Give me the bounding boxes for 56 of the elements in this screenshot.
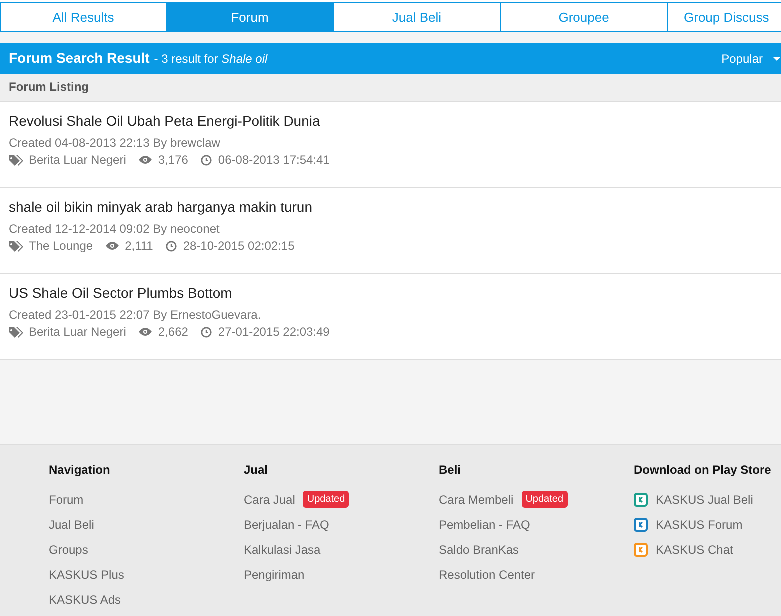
view-count: 2,111 [125, 239, 154, 253]
footer-link[interactable]: Kalkulasi Jasa [244, 542, 321, 556]
footer-heading: Beli [439, 463, 462, 477]
clock-icon [166, 240, 178, 252]
footer-link[interactable]: Resolution Center [439, 568, 536, 582]
thread-created: Created 04-08-2013 22:13 By brewclaw [9, 136, 222, 150]
view-count: 3,176 [158, 153, 188, 167]
footer-link[interactable]: Pembelian - FAQ [439, 518, 530, 532]
updated-badge: Updated [303, 491, 350, 508]
tab[interactable]: Groupee [501, 2, 668, 32]
eye-icon [139, 328, 152, 336]
footer-link[interactable]: Berjualan - FAQ [244, 518, 330, 532]
thread-category: The Lounge [29, 239, 94, 253]
view-count: 2,662 [158, 325, 188, 339]
footer-link[interactable]: Forum [49, 492, 84, 506]
clock-icon [201, 326, 212, 338]
eye-icon [106, 242, 120, 250]
footer-link[interactable]: Groups [49, 542, 88, 556]
sort-dropdown[interactable]: Popular [722, 52, 781, 66]
thread-title-link[interactable]: shale oil bikin minyak arab harganya makin turun [9, 199, 772, 215]
thread-category: Berita Luar Negeri [29, 325, 126, 339]
updated-badge: Updated [522, 491, 568, 508]
thread-title-link[interactable]: US Shale Oil Sector Plumbs Bottom [9, 285, 772, 301]
footer-link[interactable]: Jual Beli [49, 518, 94, 532]
tags-icon [9, 240, 23, 252]
thread-created: Created 23-01-2015 22:07 By ErnestoGuevara. [9, 308, 262, 322]
thread-category: Berita Luar Negeri [29, 153, 126, 167]
tags-icon [9, 154, 23, 166]
tab[interactable]: All Results [0, 2, 167, 32]
thread-title-link[interactable]: Revolusi Shale Oil Ubah Peta Energi-Politik Dunia [9, 113, 772, 129]
footer-link[interactable]: KASKUS Forum [656, 518, 743, 532]
footer-link[interactable]: Saldo BranKas [439, 542, 520, 556]
tags-icon [9, 326, 23, 338]
tab[interactable]: Jual Beli [334, 2, 501, 32]
caret-icon [773, 56, 781, 60]
last-post-time: 28-10-2015 02:02:15 [183, 239, 295, 253]
footer-heading: Navigation [49, 463, 112, 477]
last-post-time: 06-08-2013 17:54:41 [218, 153, 330, 167]
last-post-time: 27-01-2015 22:03:49 [218, 325, 330, 339]
thread-created: Created 12-12-2014 09:02 By neoconet [9, 222, 221, 236]
footer-link[interactable]: KASKUS Chat [656, 542, 734, 556]
footer-link[interactable]: Cara Jual [244, 492, 296, 506]
footer-heading: Download on Play Store [634, 463, 772, 477]
footer-link[interactable]: Pengiriman [244, 568, 305, 582]
listing-header: Forum Listing [0, 74, 781, 102]
footer-link[interactable]: KASKUS Jual Beli [656, 492, 754, 506]
result-summary: - 3 result for Shale oil [154, 52, 268, 66]
clock-icon [201, 154, 212, 166]
tab[interactable]: Group Discuss [668, 2, 781, 32]
footer-link[interactable]: KASKUS Ads [49, 592, 122, 606]
tab[interactable]: Forum [167, 2, 334, 32]
result-title: Forum Search Result [9, 50, 150, 66]
footer-heading: Jual [244, 463, 270, 477]
footer-link[interactable]: Cara Membeli [439, 492, 514, 506]
eye-icon [139, 156, 152, 164]
footer-link[interactable]: KASKUS Plus [49, 568, 124, 582]
